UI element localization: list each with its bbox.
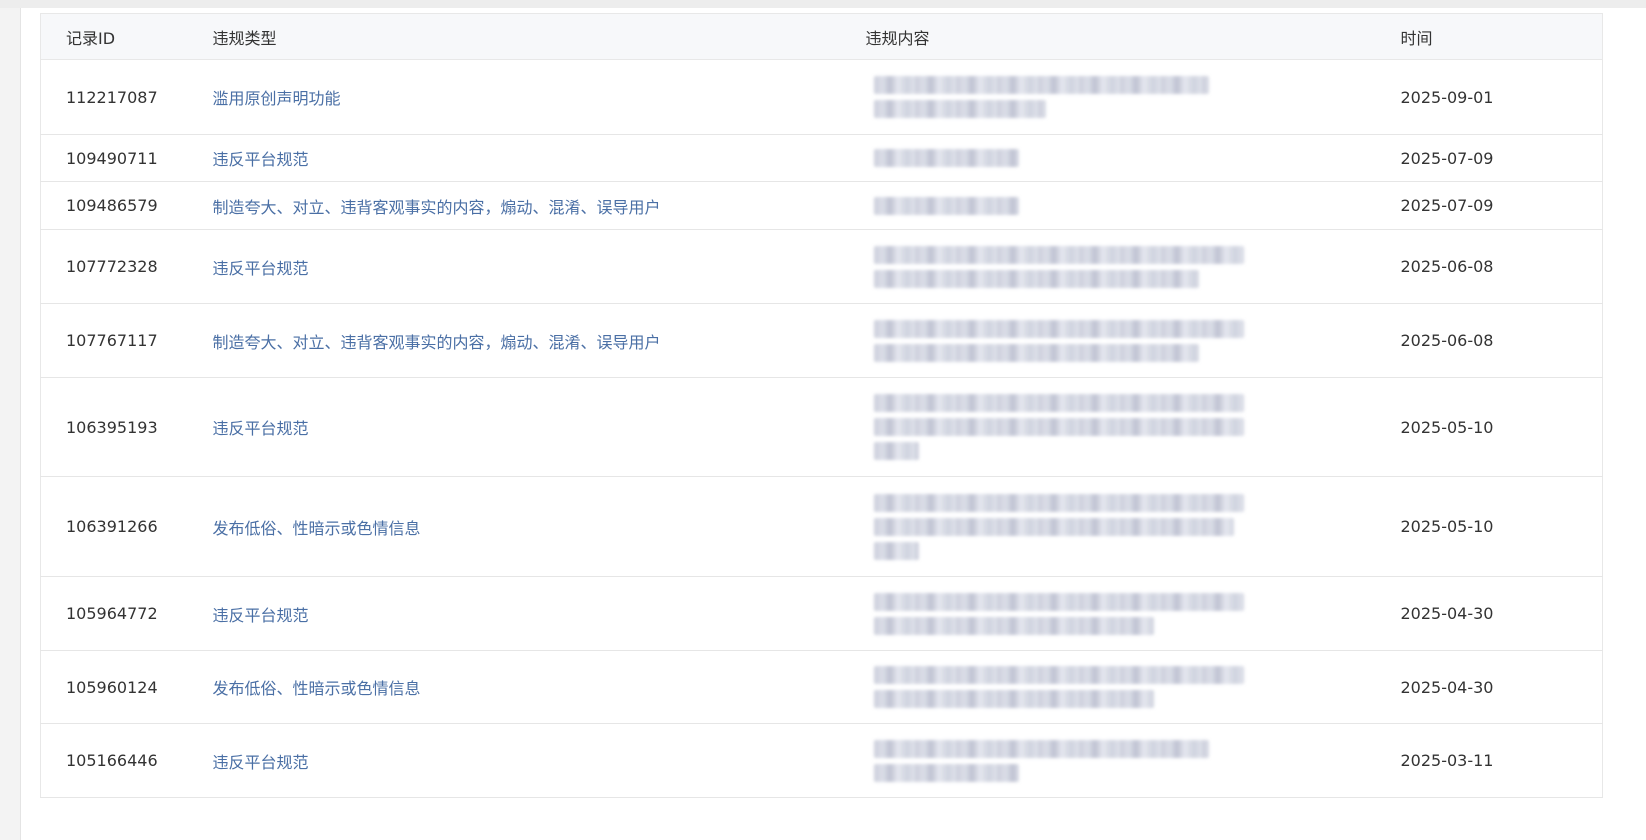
violation-type-link[interactable]: 发布低俗、性暗示或色情信息 [213,679,421,698]
violation-content-blurred [865,377,1401,477]
record-time: 2025-06-08 [1400,229,1603,304]
violation-records-table: 记录ID 违规类型 违规内容 时间 112217087 滥用原创声明功能 202… [40,13,1603,798]
header-time: 时间 [1400,13,1603,60]
record-time: 2025-04-30 [1400,650,1603,724]
table-header-row: 记录ID 违规类型 违规内容 时间 [40,13,1603,60]
table-row: 112217087 滥用原创声明功能 2025-09-01 [40,59,1603,135]
top-bar [0,0,1646,8]
record-id: 105166446 [40,723,213,798]
violation-content-blurred [865,650,1401,724]
table-row: 105960124 发布低俗、性暗示或色情信息 2025-04-30 [40,650,1603,724]
violation-content-blurred [865,303,1401,378]
record-id: 105964772 [40,576,213,651]
table-row: 106395193 违反平台规范 2025-05-10 [40,377,1603,477]
violation-content-blurred [865,59,1401,135]
violation-type-link[interactable]: 违反平台规范 [213,753,309,772]
table-row: 106391266 发布低俗、性暗示或色情信息 2025-05-10 [40,476,1603,577]
violation-content-blurred [865,576,1401,651]
violation-content-blurred [865,476,1401,577]
violation-content-blurred [865,229,1401,304]
header-violation-content: 违规内容 [865,13,1401,60]
record-time: 2025-04-30 [1400,576,1603,651]
violation-type-link[interactable]: 违反平台规范 [213,150,309,169]
records-table: 记录ID 违规类型 违规内容 时间 112217087 滥用原创声明功能 202… [40,13,1603,798]
record-id: 109486579 [40,181,213,230]
record-id: 107772328 [40,229,213,304]
record-id: 106391266 [40,476,213,577]
violation-type-link[interactable]: 滥用原创声明功能 [213,89,341,108]
record-time: 2025-05-10 [1400,377,1603,477]
violation-type-link[interactable]: 制造夸大、对立、违背客观事实的内容，煽动、混淆、误导用户 [213,333,661,352]
record-time: 2025-09-01 [1400,59,1603,135]
record-time: 2025-06-08 [1400,303,1603,378]
record-time: 2025-07-09 [1400,134,1603,182]
violation-type-link[interactable]: 制造夸大、对立、违背客观事实的内容，煽动、混淆、误导用户 [213,198,661,217]
violation-content-blurred [865,723,1401,798]
violation-content-blurred [865,181,1401,230]
violation-type-link[interactable]: 发布低俗、性暗示或色情信息 [213,519,421,538]
record-id: 109490711 [40,134,213,182]
violation-type-link[interactable]: 违反平台规范 [213,259,309,278]
violation-type-link[interactable]: 违反平台规范 [213,606,309,625]
left-gutter [0,8,21,840]
table-row: 107772328 违反平台规范 2025-06-08 [40,229,1603,304]
record-id: 106395193 [40,377,213,477]
table-row: 107767117 制造夸大、对立、违背客观事实的内容，煽动、混淆、误导用户 2… [40,303,1603,378]
record-id: 112217087 [40,59,213,135]
violation-content-blurred [865,134,1401,182]
header-violation-type: 违规类型 [212,13,866,60]
record-time: 2025-07-09 [1400,181,1603,230]
record-id: 107767117 [40,303,213,378]
header-record-id: 记录ID [40,13,213,60]
table-row: 105166446 违反平台规范 2025-03-11 [40,723,1603,798]
record-id: 105960124 [40,650,213,724]
table-row: 109490711 违反平台规范 2025-07-09 [40,134,1603,182]
table-row: 105964772 违反平台规范 2025-04-30 [40,576,1603,651]
table-row: 109486579 制造夸大、对立、违背客观事实的内容，煽动、混淆、误导用户 2… [40,181,1603,230]
violation-type-link[interactable]: 违反平台规范 [213,419,309,438]
record-time: 2025-05-10 [1400,476,1603,577]
record-time: 2025-03-11 [1400,723,1603,798]
